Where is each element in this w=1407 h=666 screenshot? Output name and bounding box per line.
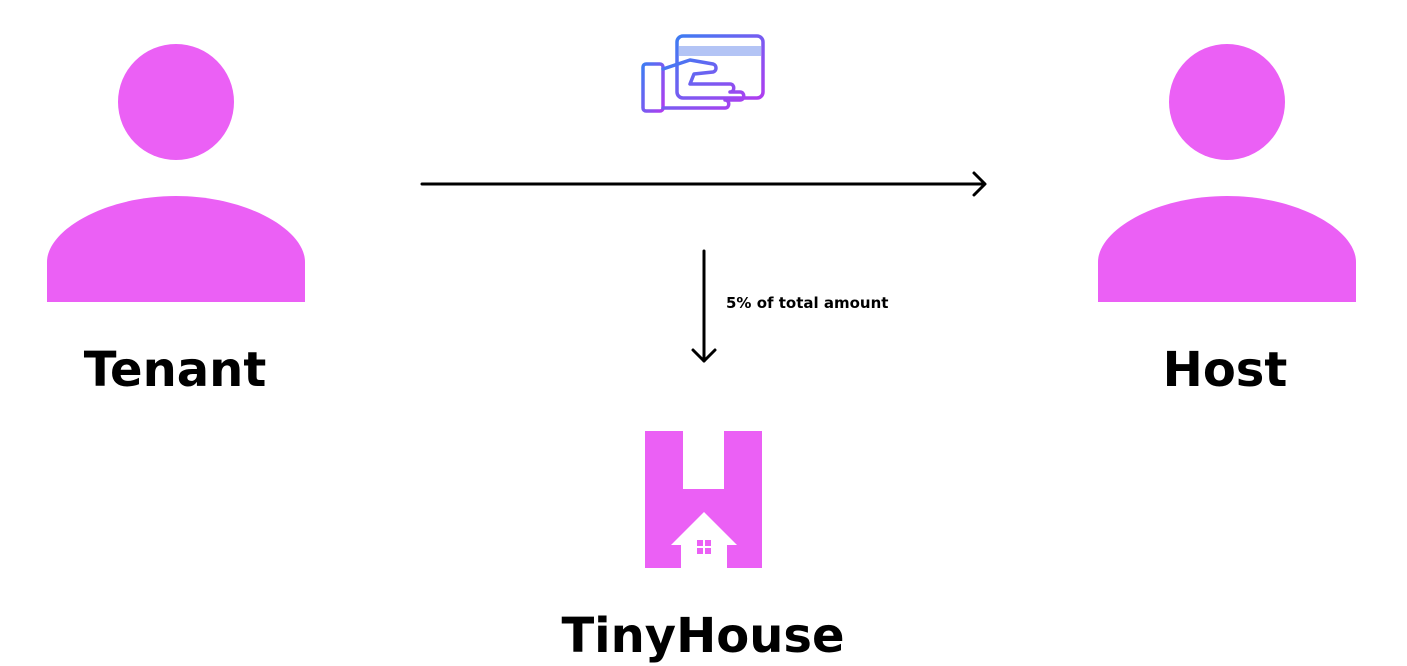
- diagram-canvas: [47, 34, 1356, 568]
- tinyhouse-logo-icon: [645, 431, 762, 568]
- card-payment-icon: [641, 34, 765, 113]
- payment-flow-diagram: Tenant Host TinyHouse 5% of total amount: [0, 0, 1407, 666]
- tenant-label: Tenant: [83, 342, 267, 398]
- host-label: Host: [1162, 342, 1288, 398]
- tenant-person-icon: [47, 44, 305, 302]
- payment-arrow: [420, 171, 987, 197]
- fee-arrow: [691, 249, 717, 363]
- fee-label: 5% of total amount: [726, 294, 889, 312]
- host-person-icon: [1098, 44, 1356, 302]
- tinyhouse-label: TinyHouse: [561, 608, 845, 664]
